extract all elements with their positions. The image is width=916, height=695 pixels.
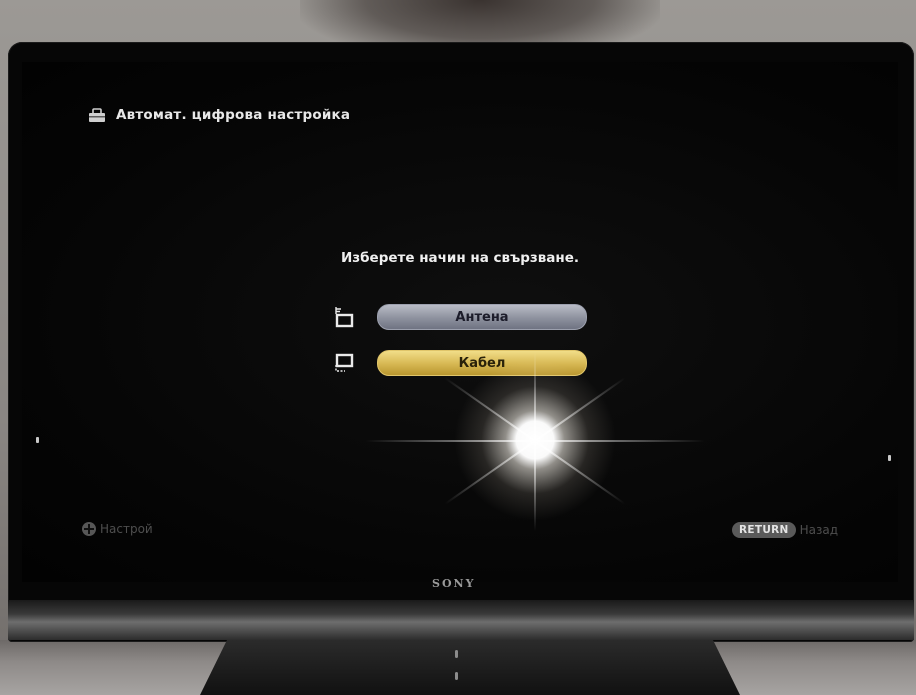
screen-edge-mark: [36, 437, 39, 443]
brand-logo: SONY: [432, 577, 476, 590]
cable-icon: [333, 351, 355, 375]
back-label: Назад: [799, 523, 839, 537]
tv-stand: [200, 640, 740, 695]
glare-ray: [535, 440, 705, 442]
option-antenna[interactable]: Антена: [333, 304, 587, 330]
footer-adjust-hint: Настрой: [82, 522, 153, 536]
connection-prompt: Изберете начин на свързване.: [340, 250, 580, 266]
glare-ray: [365, 440, 535, 442]
toolbox-icon: [88, 107, 106, 123]
cable-button[interactable]: Кабел: [377, 350, 587, 376]
return-button-badge[interactable]: RETURN: [732, 522, 796, 538]
screen-edge-mark: [888, 455, 891, 461]
option-cable[interactable]: Кабел: [333, 350, 587, 376]
footer-back-hint[interactable]: RETURN Назад: [732, 522, 838, 538]
stand-indicator: [455, 672, 458, 680]
stand-indicator: [455, 650, 458, 658]
antenna-button[interactable]: Антена: [377, 304, 587, 330]
osd-title: Автомат. цифрова настройка: [116, 107, 351, 123]
tv-bottom-bezel: [8, 600, 914, 640]
dpad-icon: [82, 522, 96, 536]
glare-ray: [534, 351, 536, 441]
antenna-icon: [333, 305, 355, 329]
osd-header: Автомат. цифрова настройка: [88, 107, 350, 123]
glare-ray: [534, 441, 536, 531]
adjust-label: Настрой: [100, 522, 153, 536]
